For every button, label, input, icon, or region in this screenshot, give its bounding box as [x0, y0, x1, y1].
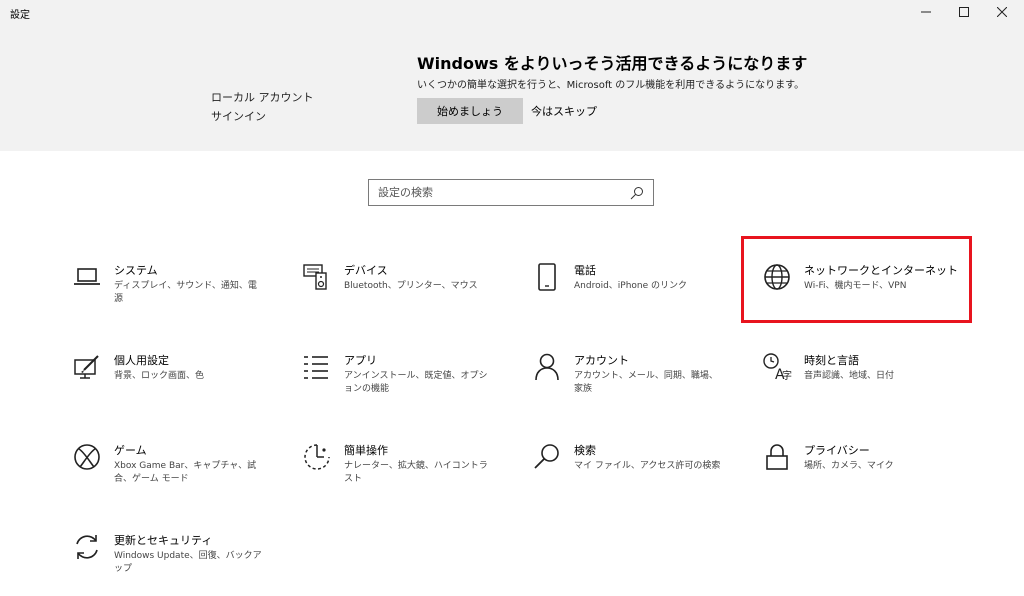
window-title: 設定 — [10, 10, 30, 21]
tile-description: ディスプレイ、サウンド、通知、電源 — [114, 281, 257, 304]
devices-icon — [302, 262, 332, 292]
tile-time-language[interactable]: A字 時刻と言語 音声認識、地域、日付 — [762, 352, 972, 412]
search-input[interactable] — [369, 180, 653, 205]
apps-list-icon — [302, 352, 332, 382]
phone-icon — [532, 262, 562, 292]
banner-subtitle: いくつかの簡単な選択を行うと、Microsoft のフル機能を利用できるようにな… — [417, 80, 805, 91]
close-icon — [997, 7, 1007, 17]
tile-title: システム — [114, 264, 158, 277]
tile-title: アカウント — [574, 354, 629, 367]
tile-title: アプリ — [344, 354, 377, 367]
tile-accounts[interactable]: アカウント アカウント、メール、同期、職場、家族 — [532, 352, 742, 412]
tile-apps[interactable]: アプリ アンインストール、既定値、オプションの機能 — [302, 352, 512, 412]
tile-description: マイ ファイル、アクセス許可の検索 — [574, 461, 721, 471]
tile-title: 更新とセキュリティ — [114, 534, 213, 547]
tile-title: 時刻と言語 — [804, 354, 859, 367]
tile-network-internet[interactable]: ネットワークとインターネット Wi-Fi、機内モード、VPN — [762, 262, 972, 322]
banner-title: Windows をよりいっそう活用できるようになります — [417, 54, 808, 73]
person-icon — [532, 352, 562, 382]
tile-privacy[interactable]: プライバシー 場所、カメラ、マイク — [762, 442, 972, 502]
get-started-button[interactable]: 始めましょう — [417, 98, 523, 124]
tile-title: 検索 — [574, 444, 596, 457]
account-type: ローカル アカウント — [211, 91, 314, 104]
tile-title: ゲーム — [114, 444, 147, 457]
search-icon — [630, 187, 643, 200]
close-button[interactable] — [983, 0, 1021, 24]
tile-description: Xbox Game Bar、キャプチャ、試合、ゲーム モード — [114, 461, 257, 484]
personalization-icon — [72, 352, 102, 382]
tile-update-security[interactable]: 更新とセキュリティ Windows Update、回復、バックアップ — [72, 532, 282, 592]
settings-search-box[interactable] — [368, 179, 654, 206]
time-language-icon: A字 — [762, 352, 792, 382]
tile-title: プライバシー — [804, 444, 870, 457]
account-info: ローカル アカウント サインイン — [211, 88, 314, 126]
tile-ease-of-access[interactable]: 簡単操作 ナレーター、拡大鏡、ハイコントラスト — [302, 442, 512, 502]
tile-title: ネットワークとインターネット — [804, 264, 958, 277]
minimize-button[interactable] — [907, 0, 945, 24]
tile-search[interactable]: 検索 マイ ファイル、アクセス許可の検索 — [532, 442, 742, 502]
svg-text:字: 字 — [782, 369, 792, 382]
minimize-icon — [921, 11, 931, 13]
get-started-banner: ローカル アカウント サインイン Windows をよりいっそう活用できるように… — [0, 30, 1024, 151]
tile-description: Wi-Fi、機内モード、VPN — [804, 281, 907, 291]
maximize-icon — [959, 7, 969, 17]
tile-description: 音声認識、地域、日付 — [804, 371, 895, 381]
skip-for-now-button[interactable]: 今はスキップ — [531, 98, 597, 124]
tile-description: アンインストール、既定値、オプションの機能 — [344, 371, 488, 394]
tile-personalization[interactable]: 個人用設定 背景、ロック画面、色 — [72, 352, 282, 412]
lock-icon — [762, 442, 792, 472]
tile-description: Android、iPhone のリンク — [574, 281, 688, 291]
search-icon — [532, 442, 562, 472]
laptop-icon — [72, 262, 102, 292]
globe-icon — [762, 262, 792, 292]
tile-description: Windows Update、回復、バックアップ — [114, 551, 262, 574]
tile-title: 電話 — [574, 264, 596, 277]
sync-icon — [72, 532, 102, 562]
tile-phone[interactable]: 電話 Android、iPhone のリンク — [532, 262, 742, 322]
maximize-button[interactable] — [945, 0, 983, 24]
tile-system[interactable]: システム ディスプレイ、サウンド、通知、電源 — [72, 262, 282, 322]
ease-of-access-icon — [302, 442, 332, 472]
tile-title: 個人用設定 — [114, 354, 169, 367]
tile-title: 簡単操作 — [344, 444, 388, 457]
tile-description: ナレーター、拡大鏡、ハイコントラスト — [344, 461, 488, 484]
tile-gaming[interactable]: ゲーム Xbox Game Bar、キャプチャ、試合、ゲーム モード — [72, 442, 282, 502]
tile-description: Bluetooth、プリンター、マウス — [344, 281, 478, 291]
tile-description: 場所、カメラ、マイク — [804, 461, 894, 471]
xbox-icon — [72, 442, 102, 472]
tile-description: 背景、ロック画面、色 — [114, 371, 205, 381]
tile-devices[interactable]: デバイス Bluetooth、プリンター、マウス — [302, 262, 512, 322]
title-bar: 設定 — [0, 0, 1024, 30]
tile-title: デバイス — [344, 264, 388, 277]
sign-in-link[interactable]: サインイン — [211, 107, 314, 126]
tile-description: アカウント、メール、同期、職場、家族 — [574, 371, 718, 394]
